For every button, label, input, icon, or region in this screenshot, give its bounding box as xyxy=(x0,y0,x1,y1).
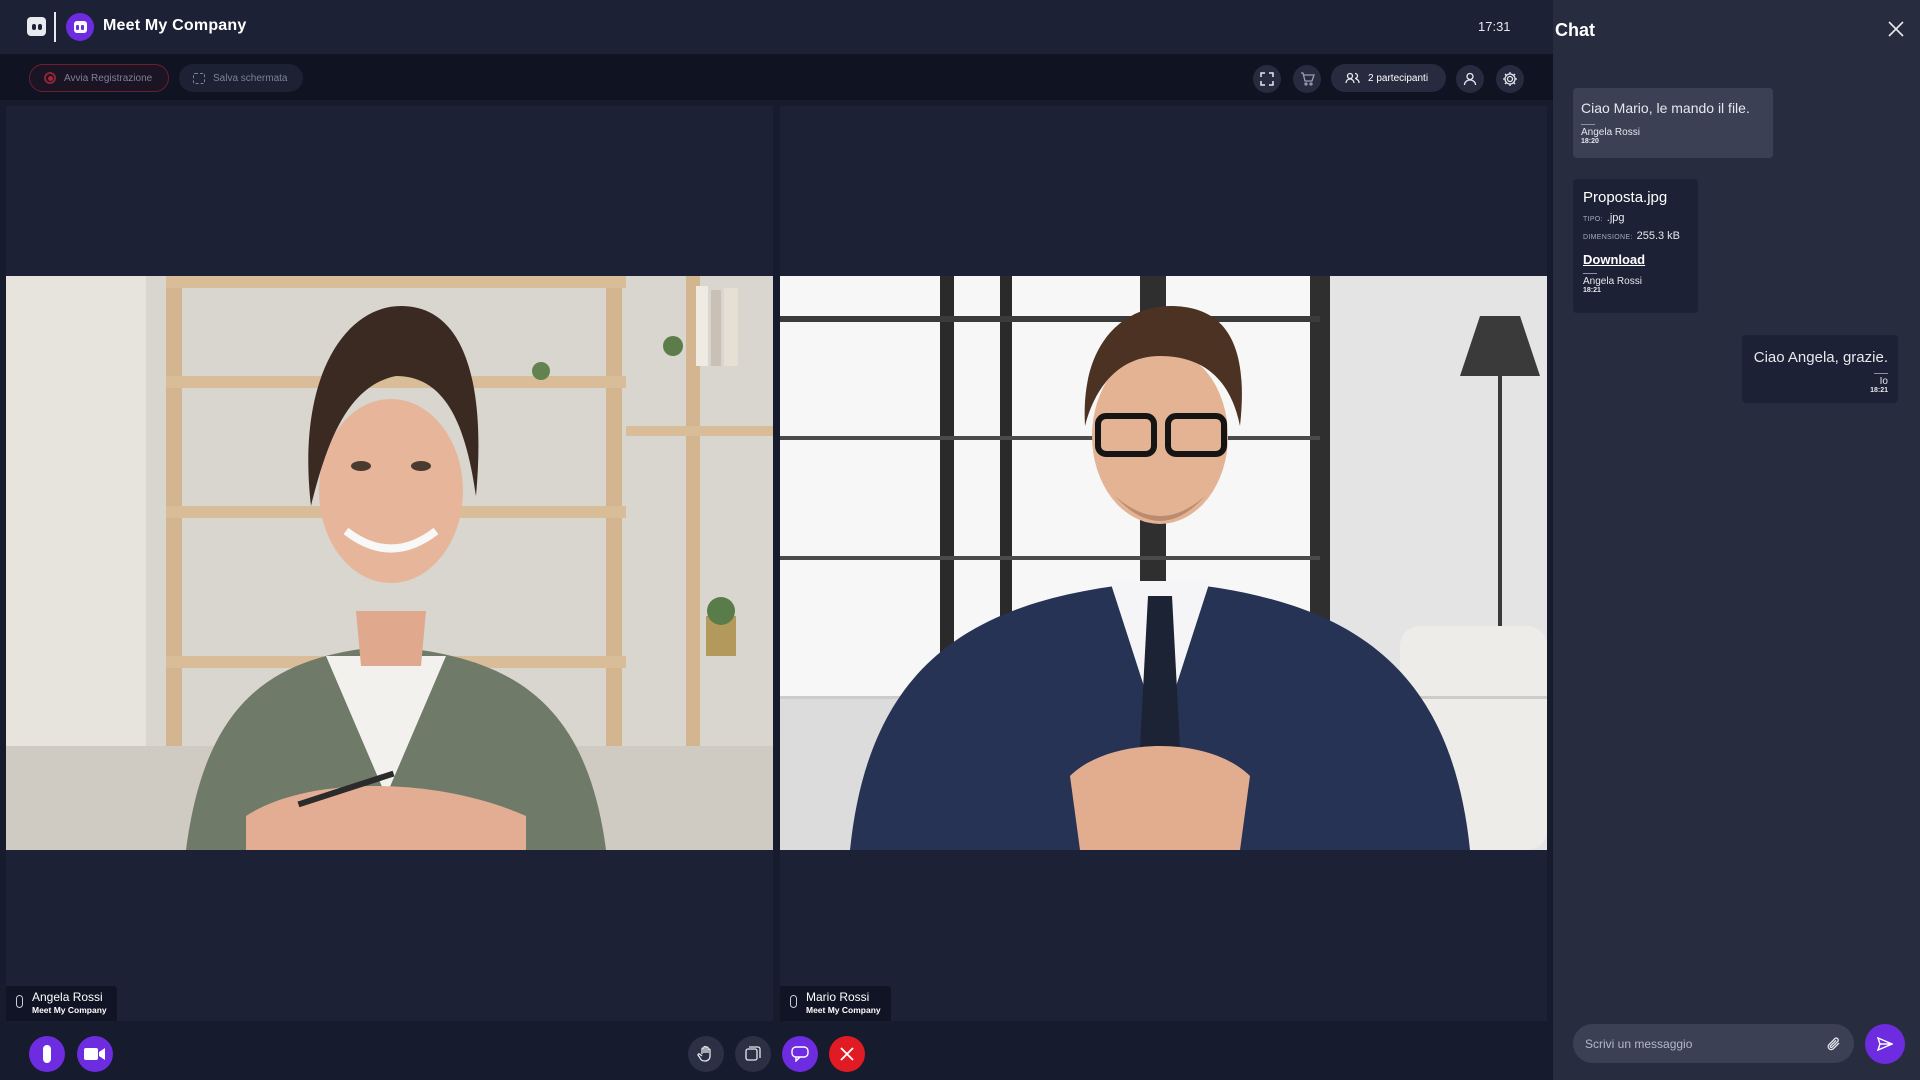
divider xyxy=(54,12,56,42)
participant-company: Meet My Company xyxy=(806,1005,881,1015)
file-type: TIPO: .jpg xyxy=(1583,210,1688,228)
top-bar: Meet My Company 17:31 xyxy=(0,0,1553,54)
file-size-label: DIMENSIONE: xyxy=(1583,234,1633,241)
file-type-value: .jpg xyxy=(1606,212,1625,224)
chat-panel xyxy=(1553,0,1920,1080)
video-tile-mario[interactable]: Mario Rossi Meet My Company xyxy=(780,106,1547,1021)
participants-button[interactable]: 2 partecipanti xyxy=(1331,64,1446,92)
user-button[interactable] xyxy=(1456,65,1484,93)
layout-button[interactable] xyxy=(735,1036,771,1072)
user-icon xyxy=(1463,72,1477,86)
settings-button[interactable] xyxy=(1496,65,1524,93)
camera-icon xyxy=(84,1048,105,1060)
microphone-status-icon xyxy=(790,995,797,1008)
file-type-label: TIPO: xyxy=(1583,216,1603,223)
message-author: Angela Rossi xyxy=(1581,127,1640,138)
chat-file-message: Proposta.jpg TIPO: .jpg DIMENSIONE: 255.3 … xyxy=(1573,179,1698,313)
close-chat-button[interactable] xyxy=(1886,19,1906,39)
message-divider xyxy=(1581,124,1595,125)
call-controls-bar xyxy=(0,1026,1553,1080)
message-text: Ciao Mario, le mando il file. xyxy=(1581,100,1750,116)
video-tile-angela[interactable]: Angela Rossi Meet My Company xyxy=(6,106,773,1021)
send-icon xyxy=(1877,1037,1893,1051)
hangup-button[interactable] xyxy=(829,1036,865,1072)
message-time: 18:21 xyxy=(1870,387,1888,394)
screenshot-icon xyxy=(193,72,205,84)
file-size-value: 255.3 kB xyxy=(1636,230,1681,242)
microphone-status-icon xyxy=(16,995,23,1008)
message-author: Angela Rossi xyxy=(1583,276,1642,287)
message-input-container xyxy=(1573,1024,1854,1063)
fullscreen-button[interactable] xyxy=(1253,65,1281,93)
message-divider xyxy=(1583,273,1597,274)
cart-button[interactable] xyxy=(1293,65,1321,93)
record-icon xyxy=(44,72,56,84)
start-recording-button[interactable]: Avvia Registrazione xyxy=(29,64,169,92)
download-link[interactable]: Download xyxy=(1583,252,1688,267)
participant-name-tag: Angela Rossi Meet My Company xyxy=(6,986,117,1021)
participant-company: Meet My Company xyxy=(32,1005,107,1015)
users-icon xyxy=(1345,72,1360,84)
participant-name-tag: Mario Rossi Meet My Company xyxy=(780,986,891,1021)
cart-icon xyxy=(1300,72,1315,86)
raise-hand-icon xyxy=(697,1045,711,1062)
company-logo-icon xyxy=(66,13,94,41)
layout-icon xyxy=(745,1046,761,1061)
microphone-button[interactable] xyxy=(29,1036,65,1072)
video-feed-mario xyxy=(780,276,1547,850)
participant-name: Mario Rossi xyxy=(806,990,870,1004)
message-author: Io xyxy=(1879,376,1888,387)
gear-icon xyxy=(1503,72,1517,86)
participant-name: Angela Rossi xyxy=(32,990,103,1004)
clock: 17:31 xyxy=(1478,19,1511,34)
fullscreen-icon xyxy=(1260,72,1274,86)
chat-toggle-button[interactable] xyxy=(782,1036,818,1072)
hangup-icon xyxy=(840,1047,854,1061)
start-recording-label: Avvia Registrazione xyxy=(64,72,153,84)
save-screenshot-button[interactable]: Salva schermata xyxy=(179,64,303,92)
attach-icon[interactable] xyxy=(1826,1035,1842,1053)
camera-button[interactable] xyxy=(77,1036,113,1072)
message-text: Ciao Angela, grazie. xyxy=(1753,349,1888,366)
message-time: 18:20 xyxy=(1581,138,1599,145)
message-divider xyxy=(1874,373,1888,374)
file-size: DIMENSIONE: 255.3 kB xyxy=(1583,228,1688,246)
send-button[interactable] xyxy=(1865,1024,1905,1064)
raise-hand-button[interactable] xyxy=(688,1036,724,1072)
save-screenshot-label: Salva schermata xyxy=(213,72,288,84)
file-name: Proposta.jpg xyxy=(1583,189,1668,206)
chat-message-own: Ciao Angela, grazie. Io 18:21 xyxy=(1742,335,1898,403)
chat-message: Ciao Mario, le mando il file. Angela Ros… xyxy=(1573,88,1773,158)
close-icon xyxy=(1888,21,1904,37)
toolbar: Avvia Registrazione Salva schermata 2 pa… xyxy=(0,54,1553,100)
participants-label: 2 partecipanti xyxy=(1368,72,1429,84)
chat-title: Chat xyxy=(1555,20,1595,40)
message-input[interactable] xyxy=(1585,1036,1826,1051)
microphone-icon xyxy=(43,1045,51,1063)
message-time: 18:21 xyxy=(1583,287,1601,294)
chat-icon xyxy=(791,1046,809,1062)
video-feed-angela xyxy=(6,276,773,850)
app-menu-icon[interactable] xyxy=(27,17,46,36)
app-title: Meet My Company xyxy=(103,17,247,34)
